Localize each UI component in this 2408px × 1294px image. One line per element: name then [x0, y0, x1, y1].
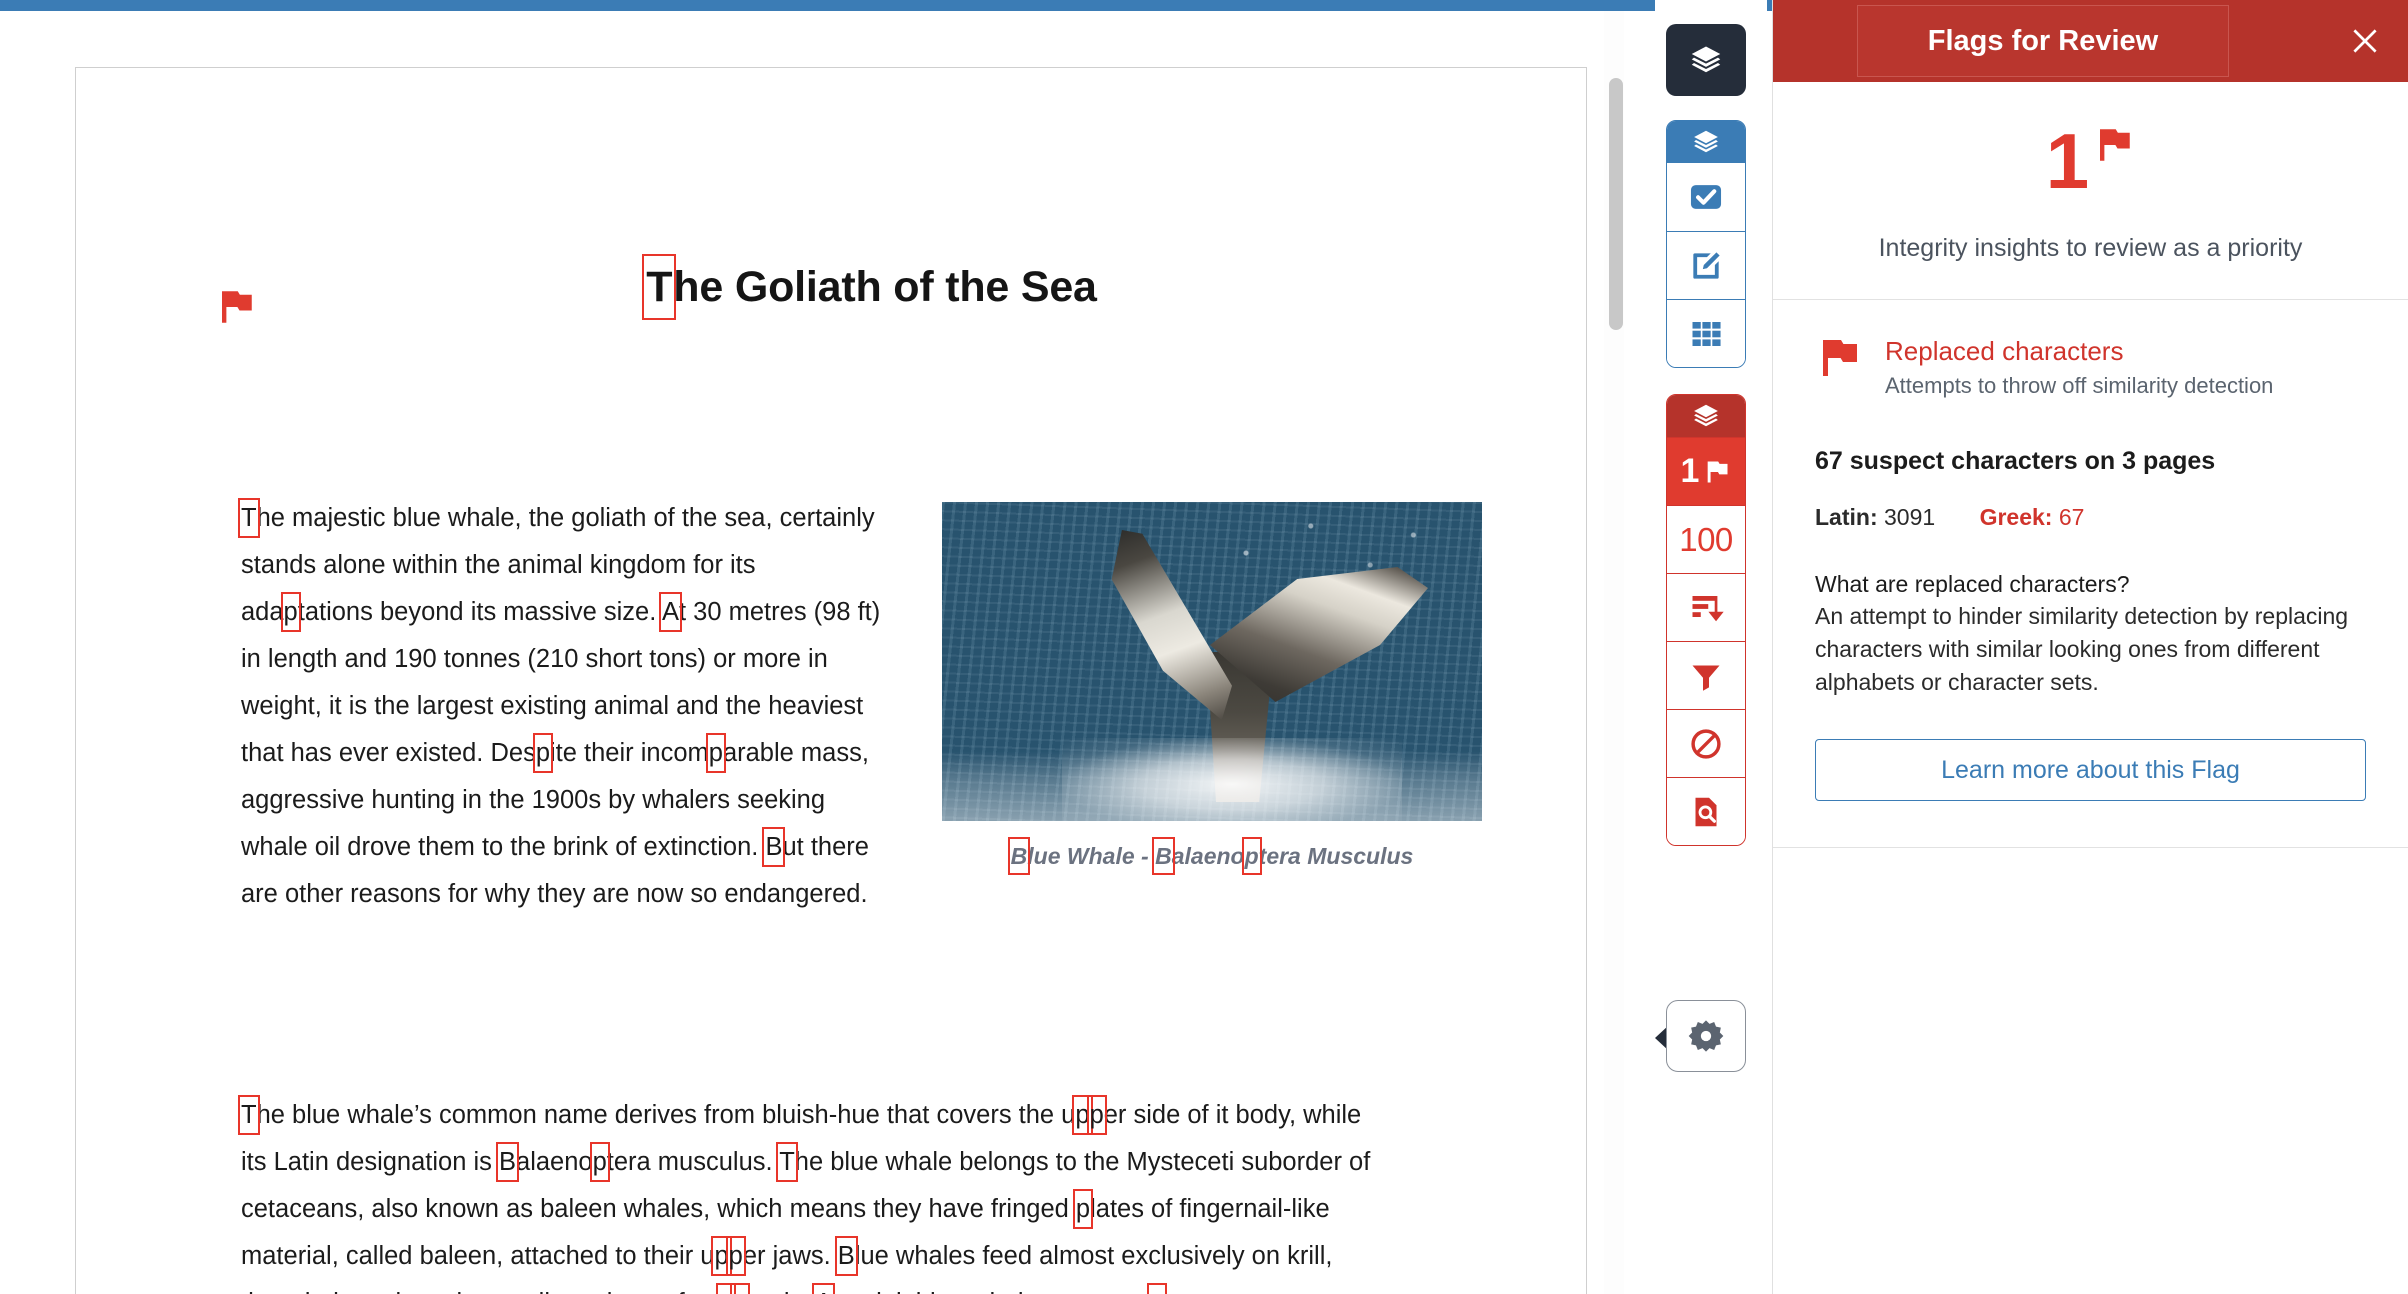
sort-descending-icon [1692, 595, 1724, 621]
suspect-character[interactable]: p [589, 1142, 610, 1182]
layers-red-header[interactable] [1667, 395, 1745, 437]
grid-icon [1692, 321, 1721, 346]
flag-count-label: 1 [1680, 452, 1700, 490]
flag-detail-row[interactable]: Replaced characters Attempts to throw of… [1815, 334, 2366, 399]
flags-panel: Flags for Review 1 Integrity insights to… [1772, 0, 2408, 1294]
top-accent-bar [0, 0, 1772, 11]
gear-icon [1688, 1020, 1724, 1052]
blue-tool-group [1666, 120, 1746, 368]
flag-answer: An attempt to hinder similarity detectio… [1815, 603, 2349, 695]
learn-more-button[interactable]: Learn more about this Flag [1815, 739, 2366, 801]
vertical-toolbar: 1 100 [1655, 0, 1767, 1294]
flag-count-button[interactable]: 1 [1667, 437, 1745, 505]
suspect-character[interactable]: p [280, 592, 301, 632]
suspect-character[interactable]: p [1241, 837, 1262, 875]
flags-summary: 1 Integrity insights to review as a prio… [1773, 82, 2408, 300]
suspect-character[interactable]: p [705, 733, 726, 773]
grid-view-button[interactable] [1667, 299, 1745, 367]
figure: Blue Whale - Balaenoptera Musculus [942, 502, 1482, 875]
suspect-character[interactable]: T [238, 498, 260, 538]
page-title: The Goliath of the Sea [251, 254, 1491, 320]
suspect-character[interactable]: B [1152, 837, 1175, 875]
settings-button[interactable] [1666, 1000, 1746, 1072]
suspect-character[interactable]: T [642, 254, 677, 320]
flag-detail: Replaced characters Attempts to throw of… [1773, 300, 2408, 801]
flag-stat-headline: 67 suspect characters on 3 pages [1815, 447, 2216, 475]
block-icon [1691, 728, 1721, 759]
layers-icon [1694, 130, 1718, 153]
suspect-character[interactable]: e [729, 1283, 751, 1294]
suspect-character[interactable]: T [776, 1142, 798, 1182]
suspect-character[interactable]: p [1146, 1283, 1167, 1294]
greek-value: 67 [2058, 504, 2085, 530]
flag-icon [1708, 461, 1728, 482]
document-viewport[interactable]: The Goliath of the Sea The majestic blue… [0, 11, 1620, 1294]
suspect-character[interactable]: B [762, 827, 786, 867]
layers-dark-button[interactable] [1666, 24, 1746, 96]
flag-count-wrap: 1 [1681, 452, 1732, 491]
layers-icon [1694, 404, 1718, 427]
flags-summary-subtitle: Integrity insights to review as a priori… [1878, 234, 2303, 262]
layers-blue-header[interactable] [1667, 121, 1745, 163]
sort-descending-button[interactable] [1667, 573, 1745, 641]
all-sources-button[interactable] [1667, 231, 1745, 299]
similarity-score-button[interactable]: 100 [1667, 505, 1745, 573]
checkbox-check-icon [1690, 185, 1722, 209]
red-tool-group: 1 100 [1666, 394, 1746, 846]
document-scrollbar-thumb[interactable] [1609, 78, 1623, 330]
exclude-button[interactable] [1667, 709, 1745, 777]
close-panel-button[interactable] [2344, 20, 2386, 62]
flags-total-number: 1 [2045, 117, 2090, 205]
suspect-character[interactable]: p [711, 1236, 732, 1276]
suspect-character[interactable]: B [834, 1236, 858, 1276]
suspect-character[interactable]: T [238, 1095, 260, 1135]
panel-divider [1773, 847, 2408, 848]
flag-icon [1823, 340, 1857, 376]
edit-note-icon [1693, 251, 1720, 279]
suspect-character[interactable]: B [1007, 837, 1031, 875]
title-text: The Goliath of the Sea [642, 254, 1097, 320]
suspect-character[interactable]: p [715, 1283, 736, 1294]
flag-name: Replaced characters [1885, 336, 2124, 366]
figure-caption: Blue Whale - Balaenoptera Musculus [942, 837, 1482, 875]
close-icon [2353, 29, 2377, 53]
layers-icon [1691, 46, 1721, 73]
flag-alphabet-counts: Latin: 3091 Greek: 67 [1815, 504, 2366, 531]
suspect-character[interactable]: A [812, 1283, 836, 1294]
latin-value: 3091 [1884, 504, 1936, 530]
document-search-icon [1695, 797, 1717, 826]
flags-panel-header: Flags for Review [1773, 0, 2408, 82]
flags-total-count: 1 [2046, 122, 2135, 200]
suspect-character[interactable]: B [495, 1142, 520, 1182]
paragraph-2: The blue whale’s common name derives fro… [238, 1092, 1371, 1294]
foam [942, 751, 1482, 821]
greek-label: Greek: [1979, 504, 2053, 530]
flags-panel-title: Flags for Review [1857, 5, 2229, 77]
flag-question: What are replaced characters? [1815, 571, 2130, 597]
suspect-character[interactable]: p [725, 1236, 746, 1276]
document-page: The Goliath of the Sea The majestic blue… [75, 67, 1587, 1294]
whale-photo [942, 502, 1482, 821]
app-root: The Goliath of the Sea The majestic blue… [0, 0, 2408, 1294]
suspect-character[interactable]: p [1072, 1095, 1093, 1135]
suspect-character[interactable]: A [658, 592, 683, 632]
similarity-score-label: 100 [1679, 520, 1733, 558]
paragraph-1: The majestic blue whale, the goliath of … [238, 495, 891, 918]
flag-description: Attempts to throw off similarity detecti… [1885, 373, 2274, 398]
flag-icon [2100, 129, 2130, 161]
filter-button[interactable] [1667, 641, 1745, 709]
flag-detail-texts: Replaced characters Attempts to throw of… [1885, 334, 2273, 399]
document-search-button[interactable] [1667, 777, 1745, 845]
latin-label: Latin: [1815, 504, 1878, 530]
suspect-character[interactable]: p [1072, 1189, 1094, 1229]
match-overview-button[interactable] [1667, 163, 1745, 231]
funnel-icon [1692, 665, 1720, 691]
suspect-character[interactable]: p [1086, 1095, 1107, 1135]
suspect-character[interactable]: p [532, 733, 554, 773]
